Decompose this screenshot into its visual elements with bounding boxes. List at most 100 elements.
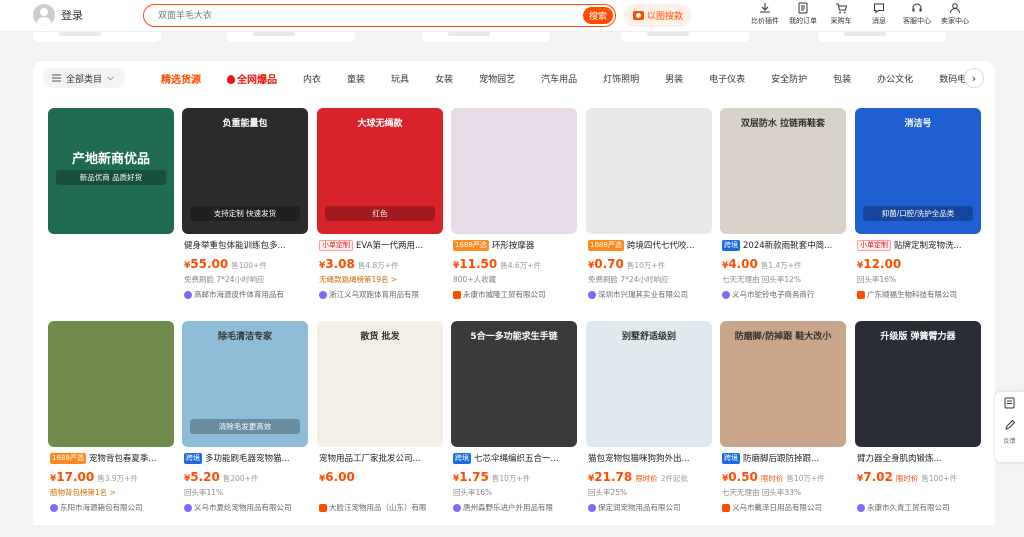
product-subinfo: 七天无理由 回头率33% [722,488,802,497]
strip-card[interactable] [818,32,946,42]
product-image[interactable]: 双层防水 拉链雨鞋套 [720,108,846,234]
product-image[interactable]: 产地新商优品 新品优商 品质好货 [48,108,174,234]
product-card[interactable]: 升级版 弹簧臂力器 臂力器全身肌肉锻炼... ¥7.02 限时价 售100+件 永康市久青… [855,321,981,537]
product-card[interactable]: 别墅舒适级别 猫包宠物包猫咪狗狗外出... ¥21.78 限时价 2件起批 回头率25% 保… [586,321,712,537]
product-image[interactable]: 5合一多功能求生手链 [451,321,577,447]
product-price: ¥1.75 [453,470,489,484]
category-tab[interactable]: 精选货源 [161,71,201,86]
price-row: ¥3.08 售4.8万+件 [319,257,399,271]
shop-name[interactable]: 浙江义乌双跑体育用品有限 [319,289,443,300]
shop-name[interactable]: 保定润宠物用品有限公司 [588,502,712,513]
shop-icon [453,290,461,299]
category-tab[interactable]: 汽车用品 [541,72,577,85]
category-tab[interactable]: 办公文化 [877,72,913,85]
product-title[interactable]: 宠物用品工厂家批发公司... [319,452,443,464]
category-tab[interactable]: 女装 [435,72,453,85]
shop-name-text: 深圳市兴瑞其实业有限公司 [598,290,688,299]
product-card[interactable]: 产地新商优品 新品优商 品质好货 [48,108,174,324]
product-image[interactable]: 升级版 弹簧臂力器 [855,321,981,447]
product-card[interactable]: 双层防水 拉链雨鞋套 跨境 2024新款雨靴套中简... ¥4.00 售1.4万+件 七天… [720,108,846,324]
chevron-right-icon[interactable]: › [964,68,984,88]
float-edit-button[interactable] [995,414,1024,436]
tool-my-orders[interactable]: 我的订单 [784,2,822,26]
tool-label: 采购车 [830,17,852,25]
product-title[interactable]: 跨境 防磨脚后跟防掉跟... [722,452,846,464]
shop-name[interactable]: 高邮市海源皮件体育用品有 [184,289,308,300]
product-card[interactable]: 1688严选 宠物背包春夏季... ¥17.00 售3.9万+件 腊物背包榜第1名 > 东… [48,321,174,537]
product-banner-text: 防磨脚/防掉跟 鞋大改小 [734,332,832,342]
category-tab[interactable]: 全网爆品 [227,71,277,86]
strip-card[interactable] [422,32,550,42]
fire-icon [227,74,235,84]
category-tab[interactable]: 灯饰照明 [603,72,639,85]
shop-name[interactable]: 永康市久青工贸有限公司 [857,502,981,513]
product-banner-text: 双层防水 拉链雨鞋套 [740,119,826,129]
product-image[interactable]: 消洁号 抑菌/口腔/洗护全品类 [855,108,981,234]
category-tab[interactable]: 玩具 [391,72,409,85]
product-title[interactable]: 跨境 2024新款雨靴套中简... [722,239,846,251]
shop-name[interactable]: 义乌市戴泽日用品有限公司 [722,502,846,513]
tool-cart[interactable]: 采购车 [822,2,860,26]
product-title[interactable]: 猫包宠物包猫咪狗狗外出... [588,452,712,464]
product-card[interactable]: 除毛清洁专家 清除毛发更高效 跨境 多功能刷毛器宠物猫... ¥5.20 售200+件 回头… [182,321,308,537]
category-tab[interactable]: 童装 [347,72,365,85]
product-title[interactable]: 1688严选 环形按摩器 [453,239,577,251]
product-card[interactable]: 散货 批发 宠物用品工厂家批发公司... ¥6.00 大脸汪宠物用品（山东）有限 [317,321,443,537]
category-tab[interactable]: 内衣 [303,72,321,85]
product-title[interactable]: 1688严选 跨境四代七代咬... [588,239,712,251]
image-search-button[interactable]: 以图搜款 [624,4,692,27]
product-title[interactable]: 小单定制 EVA第一代两用... [319,239,443,251]
category-tab[interactable]: 安全防护 [771,72,807,85]
tool-messages[interactable]: 消息 [860,2,898,26]
price-row: ¥11.50 售4.6万+件 [453,257,541,271]
product-title[interactable]: 臂力器全身肌肉锻炼... [857,452,981,464]
float-document-button[interactable] [995,392,1024,414]
shop-name[interactable]: 义乌市夏纶宠物用品有限公司 [184,502,308,513]
product-subinfo[interactable]: 无绳款跳绳榜第19名 > [319,274,397,285]
product-card[interactable]: 大球无绳款 红色小单定制 EVA第一代两用... ¥3.08 售4.8万+件 无绳款跳绳榜… [317,108,443,324]
tool-service[interactable]: 客服中心 [898,2,936,26]
feedback-label[interactable]: 反馈 [995,436,1024,445]
shop-name[interactable]: 大脸汪宠物用品（山东）有限 [319,502,443,513]
product-card[interactable]: 负重能量包 支持定制 快速发货 健身举重包体能训练包多... ¥55.00 售100+件… [182,108,308,324]
product-card[interactable]: 1688严选 环形按摩器 ¥11.50 售4.6万+件 800+人收藏 永康市城隆工贸有限… [451,108,577,324]
shop-name[interactable]: 深圳市兴瑞其实业有限公司 [588,289,712,300]
product-image[interactable]: 散货 批发 [317,321,443,447]
category-tab[interactable]: 包装 [833,72,851,85]
product-image[interactable]: 别墅舒适级别 [586,321,712,447]
product-card[interactable]: 1688严选 跨境四代七代咬... ¥0.70 售10万+件 免费刷脸 7*24小时响应… [586,108,712,324]
strip-card[interactable] [621,32,749,42]
product-title[interactable]: 跨境 七芯伞绳编织五合一... [453,452,577,464]
all-categories-button[interactable]: 全部类目 [43,68,125,88]
product-title[interactable]: 小单定制 贴牌定制宠物洗... [857,239,981,251]
product-title[interactable]: 跨境 多功能刷毛器宠物猫... [184,452,308,464]
login-button[interactable]: 登录 [33,4,83,26]
shop-name[interactable]: 义乌市驼铃电子商务商行 [722,289,846,300]
search-input[interactable] [158,8,578,23]
product-image[interactable]: 防磨脚/防掉跟 鞋大改小 [720,321,846,447]
strip-card[interactable] [227,32,355,42]
product-card[interactable]: 5合一多功能求生手链 跨境 七芯伞绳编织五合一... ¥1.75 售10万+件 回头率16… [451,321,577,537]
category-tab[interactable]: 男装 [665,72,683,85]
product-card[interactable]: 消洁号 抑菌/口腔/洗护全品类 小单定制 贴牌定制宠物洗... ¥12.00 回头率16%… [855,108,981,324]
product-image[interactable]: 负重能量包 支持定制 快速发货 [182,108,308,234]
tool-seller[interactable]: 卖家中心 [936,2,974,26]
category-tab[interactable]: 宠物园艺 [479,72,515,85]
product-image[interactable] [48,321,174,447]
shop-name[interactable]: 唐州森野乐进户外用品有限 [453,502,577,513]
product-image[interactable] [586,108,712,234]
product-card[interactable]: 防磨脚/防掉跟 鞋大改小 跨境 防磨脚后跟防掉跟... ¥0.50 限时价 售10万+件七… [720,321,846,537]
product-image[interactable] [451,108,577,234]
category-tab[interactable]: 电子仪表 [709,72,745,85]
search-button[interactable]: 搜索 [583,7,613,24]
strip-card[interactable] [33,32,161,42]
product-title[interactable]: 1688严选 宠物背包春夏季... [50,452,174,464]
product-image[interactable]: 大球无绳款 红色 [317,108,443,234]
shop-name[interactable]: 永康市城隆工贸有限公司 [453,289,577,300]
shop-name[interactable]: 东阳市海源箱包有限公司 [50,502,174,513]
product-subinfo[interactable]: 腊物背包榜第1名 > [50,487,116,498]
product-image[interactable]: 除毛清洁专家 清除毛发更高效 [182,321,308,447]
tool-price-plugin[interactable]: 比价插件 [746,2,784,26]
shop-name[interactable]: 广东顺福生物科技有限公司 [857,289,981,300]
product-title[interactable]: 健身举重包体能训练包多... [184,239,308,251]
